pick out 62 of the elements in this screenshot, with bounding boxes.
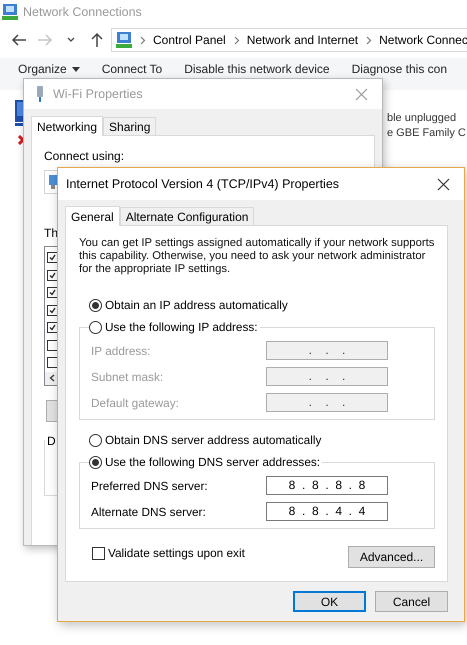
window-title: Wi-Fi Properties bbox=[53, 87, 144, 101]
radio-button[interactable] bbox=[89, 434, 102, 446]
checkbox[interactable] bbox=[47, 252, 58, 264]
network-folder-icon bbox=[2, 4, 18, 20]
radio-button[interactable] bbox=[89, 456, 102, 468]
network-folder-icon bbox=[116, 32, 132, 48]
cancel-button[interactable]: Cancel bbox=[375, 591, 448, 612]
window-title: Network Connections bbox=[23, 5, 142, 19]
description-text: You can get IP settings assigned automatically if your network supports this capability. Otherwise, you need to ask your network administrator for the appropriate IP settings. bbox=[79, 237, 436, 276]
chevron-right-icon bbox=[234, 36, 240, 44]
radio-label[interactable]: Obtain DNS server address automatically bbox=[105, 433, 322, 447]
advanced-button[interactable]: Advanced... bbox=[348, 546, 435, 568]
checkbox[interactable] bbox=[47, 304, 58, 316]
field-label: Preferred DNS server: bbox=[91, 478, 209, 492]
tab[interactable]: Networking bbox=[31, 116, 104, 136]
checkbox[interactable] bbox=[47, 270, 58, 281]
field-label: Alternate DNS server: bbox=[91, 504, 207, 518]
checkbox[interactable] bbox=[47, 340, 58, 351]
checkbox[interactable] bbox=[47, 357, 58, 368]
radio-label[interactable]: Use the following DNS server addresses: bbox=[105, 455, 320, 469]
command-button[interactable]: Connect To bbox=[102, 62, 162, 76]
tab[interactable]: General bbox=[65, 206, 120, 226]
close-icon[interactable] bbox=[437, 178, 450, 190]
command-button[interactable]: Diagnose this con bbox=[352, 62, 447, 76]
caret-down-icon bbox=[72, 66, 80, 72]
checkbox[interactable] bbox=[47, 322, 58, 334]
breadcrumb-item[interactable]: Control Panel bbox=[153, 33, 226, 47]
command-button[interactable]: Disable this network device bbox=[184, 62, 330, 76]
ip-address-field[interactable]: 8 . 8 . 4 . 4 bbox=[266, 502, 388, 521]
checkbox[interactable] bbox=[47, 287, 58, 298]
check-icon bbox=[49, 254, 56, 262]
window-title: Internet Protocol Version 4 (TCP/IPv4) Properties bbox=[66, 177, 340, 191]
adapter-icon bbox=[36, 86, 44, 102]
checkbox[interactable] bbox=[92, 546, 105, 560]
field-label: Default gateway: bbox=[91, 396, 180, 410]
command-button[interactable]: Organize bbox=[18, 62, 80, 76]
field-label: Subnet mask: bbox=[91, 370, 164, 384]
chevron-right-icon bbox=[140, 36, 146, 44]
back-arrow-icon[interactable] bbox=[11, 32, 27, 48]
status-text: ble unplugged bbox=[387, 112, 458, 124]
checkbox-label[interactable]: Validate settings upon exit bbox=[108, 546, 245, 560]
check-icon bbox=[49, 324, 56, 332]
radio-label[interactable]: Obtain an IP address automatically bbox=[105, 298, 288, 312]
up-arrow-icon[interactable] bbox=[89, 32, 105, 48]
radio-button[interactable] bbox=[89, 298, 102, 312]
check-icon bbox=[49, 306, 56, 314]
adapter-icon bbox=[48, 175, 58, 189]
ok-button[interactable]: OK bbox=[293, 591, 366, 612]
radio-button[interactable] bbox=[89, 320, 102, 334]
check-icon bbox=[49, 272, 56, 279]
tab[interactable]: Sharing bbox=[103, 117, 156, 135]
tab[interactable]: Alternate Configuration bbox=[120, 207, 254, 225]
check-icon bbox=[49, 289, 56, 296]
group-label: D bbox=[46, 434, 57, 448]
status-text: e GBE Family C bbox=[387, 127, 466, 139]
radio-label[interactable]: Use the following IP address: bbox=[105, 320, 258, 334]
chevron-left-icon[interactable] bbox=[49, 374, 55, 382]
breadcrumb-item[interactable]: Network and Internet bbox=[246, 33, 358, 47]
chevron-right-icon bbox=[366, 36, 372, 44]
label: Connect using: bbox=[44, 149, 126, 164]
field-label: IP address: bbox=[91, 344, 152, 358]
ip-address-field[interactable]: 8 . 8 . 8 . 8 bbox=[266, 476, 388, 495]
